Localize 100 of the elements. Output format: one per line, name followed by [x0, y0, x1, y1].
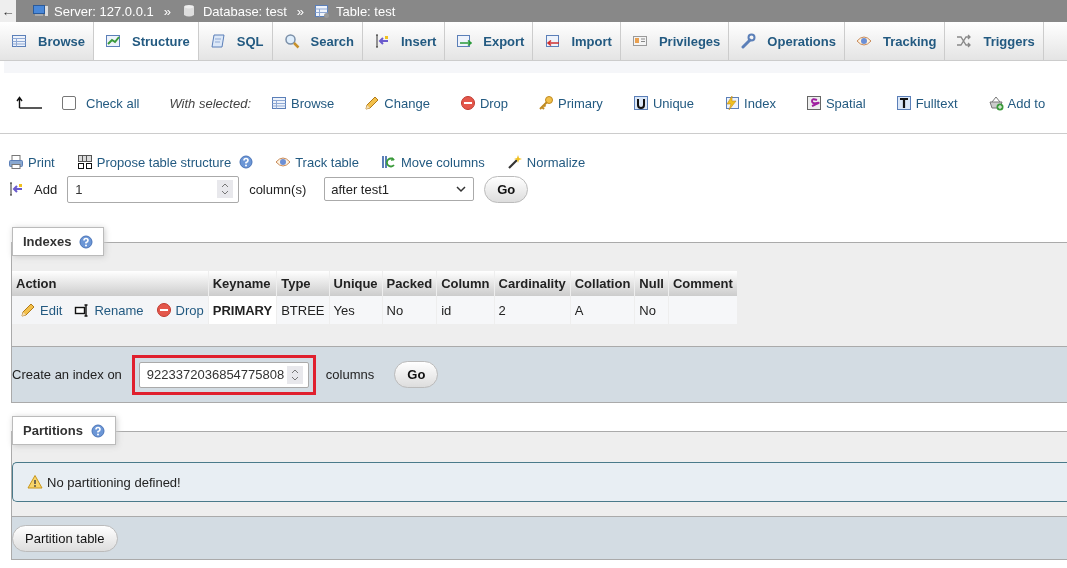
action-link[interactable]: Add to	[987, 95, 1046, 111]
pencil-icon	[20, 302, 36, 318]
wrench-icon	[740, 33, 757, 49]
row-action-link[interactable]: Edit	[20, 302, 63, 318]
action-link[interactable]: Spatial	[805, 95, 866, 111]
column-header: Comment	[668, 271, 737, 296]
column-header: Column	[437, 271, 494, 296]
minus-circle-icon	[155, 302, 172, 318]
move-columns-icon	[380, 154, 397, 170]
lightning-table-icon	[724, 95, 741, 111]
spinner-icon	[286, 365, 303, 384]
tab[interactable]: Insert	[362, 22, 446, 60]
server-icon	[32, 3, 48, 19]
column-header: Action	[12, 271, 208, 296]
column-header: Cardinality	[494, 271, 570, 296]
column-header: Unique	[329, 271, 382, 296]
fulltext-icon	[895, 95, 912, 111]
tab[interactable]: Triggers	[945, 22, 1044, 60]
columns-label: column(s)	[249, 181, 307, 197]
action-link[interactable]: Change	[364, 95, 430, 111]
help-icon	[79, 234, 94, 249]
tool-link[interactable]: Track table	[275, 154, 359, 170]
column-header: Collation	[570, 271, 635, 296]
column-header: Type	[277, 271, 329, 296]
breadcrumb-separator: »	[296, 3, 305, 19]
go-button[interactable]: Go	[484, 175, 529, 203]
tab[interactable]: Browse	[0, 22, 94, 60]
table-cell: BTREE	[277, 296, 329, 324]
create-index-label: Create an index on	[12, 367, 122, 382]
eye-icon	[855, 33, 872, 49]
tab[interactable]: SQL	[198, 22, 273, 60]
table-cell: Yes	[329, 296, 382, 324]
warning-icon	[27, 474, 43, 490]
tool-link[interactable]: Normalize	[506, 154, 586, 170]
action-link[interactable]: Primary	[538, 95, 603, 111]
column-header: Packed	[382, 271, 437, 296]
tab[interactable]: Export	[445, 22, 534, 60]
table-cell: 2	[494, 296, 570, 324]
number-field[interactable]: 1	[67, 175, 240, 203]
go-button[interactable]: Go	[394, 361, 439, 388]
tab[interactable]: Tracking	[844, 22, 946, 60]
row-action-link[interactable]: Drop	[155, 302, 204, 318]
tool-link[interactable]: Print	[8, 154, 55, 170]
row-action-link[interactable]: Rename	[74, 302, 144, 318]
back-button[interactable]: ←	[0, 0, 16, 22]
tab[interactable]: Privileges	[620, 22, 730, 60]
table-icon	[11, 33, 27, 49]
action-link[interactable]: Browse	[271, 95, 335, 111]
with-selected-label: With selected:	[169, 95, 251, 111]
printer-icon	[8, 154, 24, 170]
breadcrumb-link[interactable]: Database: test	[202, 3, 287, 19]
spatial-icon	[805, 95, 822, 111]
id-card-icon	[631, 33, 648, 49]
table-cell: A	[570, 296, 635, 324]
pencil-icon	[364, 95, 381, 111]
rename-icon	[74, 302, 91, 318]
tool-link[interactable]: Propose table structure	[76, 154, 232, 170]
action-link[interactable]: Unique	[632, 95, 695, 111]
table-cell: id	[437, 296, 494, 324]
add-label: Add	[34, 181, 58, 197]
shuffle-icon	[956, 33, 973, 49]
column-header: Null	[635, 271, 668, 296]
column-header: Keyname	[208, 271, 277, 296]
breadcrumb-separator: »	[163, 3, 171, 19]
section-title: Indexes	[23, 234, 72, 249]
table-cell: No	[382, 296, 437, 324]
corner-arrow-icon	[16, 96, 44, 110]
tab[interactable]: Structure	[93, 22, 199, 60]
position-dropdown[interactable]: after test1	[324, 177, 475, 201]
checkbox[interactable]: Check all	[62, 95, 140, 111]
action-link[interactable]: Index	[724, 95, 776, 111]
search-icon	[283, 33, 300, 49]
unique-icon	[632, 95, 649, 111]
key-icon	[538, 95, 555, 111]
section-title: Partitions	[23, 423, 83, 438]
table-icon	[271, 95, 287, 111]
tool-link[interactable]: Move columns	[380, 154, 485, 170]
columns-label: columns	[325, 367, 375, 382]
export-icon	[456, 33, 473, 49]
import-icon	[544, 33, 561, 49]
tab[interactable]: Search	[272, 22, 363, 60]
basket-icon	[987, 95, 1004, 111]
action-link[interactable]: Fulltext	[895, 95, 958, 111]
insert-icon	[373, 33, 390, 49]
grid-icon	[76, 154, 93, 170]
scroll-icon	[209, 33, 226, 49]
breadcrumb-link[interactable]: Server: 127.0.0.1	[54, 3, 154, 19]
minus-circle-icon	[459, 95, 476, 111]
insert-icon	[8, 181, 24, 197]
help-icon	[239, 155, 254, 169]
partition-table-button[interactable]: Partition table	[12, 524, 118, 552]
help-icon	[90, 423, 105, 438]
tab[interactable]: Import	[533, 22, 621, 60]
table-cell: No	[635, 296, 668, 324]
magic-wand-icon	[506, 154, 523, 170]
action-link[interactable]: Drop	[459, 95, 509, 111]
tab[interactable]: Operations	[729, 22, 845, 60]
chevron-icon	[455, 183, 468, 195]
number-field[interactable]: 9223372036854775808	[138, 361, 309, 388]
breadcrumb-link[interactable]: Table: test	[336, 3, 396, 19]
